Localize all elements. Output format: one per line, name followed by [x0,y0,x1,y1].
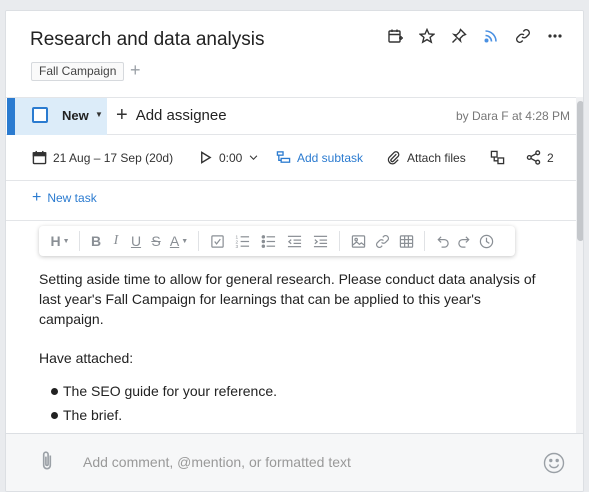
dependencies-icon[interactable] [490,150,505,165]
divider [6,220,576,221]
numbered-list-icon[interactable]: 123 [229,230,255,252]
toolbar-separator [339,231,340,251]
pin-icon[interactable] [443,25,475,47]
formatting-toolbar: H ▼ B I U S A ▼ 123 [39,226,515,256]
calendar-icon [32,150,47,165]
add-to-calendar-icon[interactable] [379,25,411,47]
image-icon[interactable] [346,230,370,252]
emoji-icon[interactable] [543,452,565,479]
add-subtask-button[interactable]: Add subtask [276,150,363,165]
share-icon [526,150,541,165]
status-dropdown[interactable]: New ▼ [7,98,107,135]
timer-button[interactable]: 0:00 [198,150,259,165]
indent-icon[interactable] [307,230,333,252]
toolbar-separator [198,231,199,251]
folder-tag[interactable]: Fall Campaign [31,62,125,81]
task-title[interactable]: Research and data analysis [30,29,264,51]
attach-files-button[interactable]: Attach files [386,150,466,165]
play-icon [201,151,212,164]
undo-icon[interactable] [431,230,453,252]
date-range: 21 Aug – 17 Sep (20d) [53,150,174,165]
list-item: The SEO guide for your reference. [39,381,549,401]
list-item: The brief. [39,405,549,425]
plus-icon: + [32,189,42,206]
redo-icon[interactable] [453,230,475,252]
timer-value: 0:00 [219,150,243,165]
heading-button[interactable]: H ▼ [47,230,73,252]
outdent-icon[interactable] [281,230,307,252]
chevron-down-icon [250,155,258,160]
share-button[interactable]: 2 [526,150,554,165]
chevron-down-icon: ▼ [95,110,103,119]
date-range-button[interactable]: 21 Aug – 17 Sep (20d) [32,150,173,165]
meta-row: 21 Aug – 17 Sep (20d) 0:00 Add subtask A… [6,135,576,181]
attach-files-label: Attach files [407,150,466,165]
task-description[interactable]: Setting aside time to allow for general … [39,269,549,429]
strikethrough-button[interactable]: S [146,230,166,252]
star-icon[interactable] [411,25,443,47]
new-task-label: New task [47,191,97,205]
header-actions [379,25,571,47]
description-paragraph: Have attached: [39,350,134,366]
complete-checkbox[interactable] [32,107,48,123]
more-icon[interactable] [539,25,571,47]
scrollbar[interactable] [576,97,583,433]
italic-button[interactable]: I [106,230,126,252]
task-panel: Research and data analysis Fall Campaign… [5,10,584,492]
bulleted-list-icon[interactable] [255,230,281,252]
font-color-button[interactable]: A ▼ [166,230,192,252]
add-tag-button[interactable]: + [130,59,141,81]
attachment-list: The SEO guide for your reference. The br… [39,381,549,425]
insert-link-icon[interactable] [370,230,394,252]
toolbar-separator [79,231,80,251]
table-icon[interactable] [394,230,418,252]
bold-button[interactable]: B [86,230,106,252]
history-icon[interactable] [475,230,497,252]
add-subtask-label: Add subtask [297,150,364,165]
svg-text:3: 3 [235,244,238,249]
add-assignee-button[interactable]: + Add assignee [116,105,227,125]
plus-icon: + [116,104,128,126]
font-color-label: A [169,233,180,249]
comment-input[interactable]: Add comment, @mention, or formatted text [83,454,351,470]
add-assignee-label: Add assignee [135,106,227,124]
rss-icon[interactable] [475,25,507,47]
underline-button[interactable]: U [126,230,146,252]
share-count: 2 [547,150,554,165]
subtask-icon [276,151,291,163]
link-icon[interactable] [507,25,539,47]
scrollbar-thumb[interactable] [577,101,583,241]
status-row: New ▼ + Add assignee by Dara F at 4:28 P… [6,97,576,135]
task-header: Research and data analysis Fall Campaign… [6,11,583,97]
heading-label: H [50,233,61,249]
status-label: New [62,108,89,123]
paperclip-icon [387,151,400,165]
author-byline: by Dara F at 4:28 PM [455,109,570,123]
attach-comment-icon[interactable] [38,450,56,477]
new-task-button[interactable]: + New task [32,189,97,206]
toolbar-separator [424,231,425,251]
description-paragraph: Setting aside time to allow for general … [39,271,536,327]
checklist-icon[interactable] [205,230,229,252]
comment-bar: Add comment, @mention, or formatted text [6,433,583,491]
